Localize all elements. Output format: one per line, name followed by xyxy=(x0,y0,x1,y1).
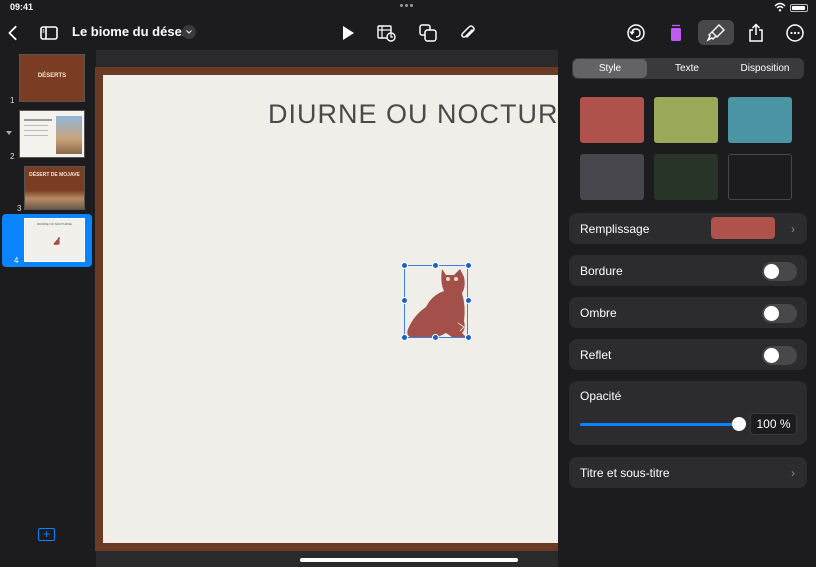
fill-label: Remplissage xyxy=(580,222,650,236)
style-swatch-red[interactable] xyxy=(580,97,644,143)
resize-handle[interactable] xyxy=(401,262,408,269)
format-brush-icon[interactable] xyxy=(706,16,726,50)
attachment-icon[interactable] xyxy=(458,16,478,50)
resize-handle[interactable] xyxy=(465,297,472,304)
border-row: Bordure xyxy=(569,255,807,286)
shadow-toggle[interactable] xyxy=(762,304,797,323)
add-slide-button[interactable]: + xyxy=(38,528,55,541)
title-menu-chevron-icon[interactable] xyxy=(182,25,196,39)
resize-handle[interactable] xyxy=(401,334,408,341)
title-subtitle-label: Titre et sous-titre xyxy=(580,466,670,480)
document-title[interactable]: Le biome du désert xyxy=(72,24,191,39)
resize-handle[interactable] xyxy=(465,262,472,269)
animate-icon[interactable] xyxy=(666,16,686,50)
tab-arrange[interactable]: Disposition xyxy=(727,59,803,78)
toolbar: Le biome du désert xyxy=(0,16,816,50)
opacity-value-field[interactable]: 100 % xyxy=(750,413,797,435)
tab-style[interactable]: Style xyxy=(573,59,647,78)
style-swatch-gray[interactable] xyxy=(580,154,644,200)
slide-thumbnail-1[interactable]: DÉSERTS xyxy=(19,54,85,102)
opacity-label: Opacité xyxy=(580,389,622,403)
chevron-right-icon: › xyxy=(791,222,795,236)
slide-thumbnail-4[interactable]: DIURNE OU NOCTURNE xyxy=(24,218,85,262)
slide-number: 2 xyxy=(10,152,15,161)
undo-icon[interactable] xyxy=(626,16,646,50)
resize-handle[interactable] xyxy=(465,334,472,341)
selection-box xyxy=(404,265,468,338)
slide-number: 4 xyxy=(14,256,19,265)
battery-icon xyxy=(790,4,808,12)
inspector-tabs: Style Texte Disposition xyxy=(572,58,804,79)
shadow-row: Ombre xyxy=(569,297,807,328)
resize-handle[interactable] xyxy=(432,334,439,341)
style-swatch-teal[interactable] xyxy=(728,97,792,143)
shadow-label: Ombre xyxy=(580,306,617,320)
style-swatch-outline[interactable] xyxy=(728,154,792,200)
sidebar-icon[interactable] xyxy=(38,16,60,50)
slide-title[interactable]: DIURNE OU NOCTURNE xyxy=(268,99,598,130)
multitasking-dots-icon[interactable] xyxy=(400,4,413,7)
wifi-icon xyxy=(774,2,786,12)
slide-thumbnail-2[interactable] xyxy=(19,110,85,158)
shapes-icon[interactable] xyxy=(418,16,438,50)
resize-handle[interactable] xyxy=(401,297,408,304)
status-time: 09:41 xyxy=(10,2,34,12)
opacity-slider-knob[interactable] xyxy=(732,417,746,431)
back-chevron-icon[interactable] xyxy=(4,16,22,50)
resize-handle[interactable] xyxy=(432,262,439,269)
fill-row[interactable]: Remplissage › xyxy=(569,213,807,244)
status-bar: 09:41 xyxy=(0,0,816,14)
more-icon[interactable] xyxy=(785,16,805,50)
tab-text[interactable]: Texte xyxy=(650,59,724,78)
reflection-row: Reflet xyxy=(569,339,807,370)
style-swatch-green[interactable] xyxy=(654,97,718,143)
slide-thumbnail-3[interactable]: DÉSERT DE MOJAVE xyxy=(24,166,85,210)
current-slide[interactable] xyxy=(103,75,563,543)
style-swatch-dark-green[interactable] xyxy=(654,154,718,200)
chevron-right-icon: › xyxy=(791,466,795,480)
thumbnail-title: DIURNE OU NOCTURNE xyxy=(37,222,72,226)
title-subtitle-row[interactable]: Titre et sous-titre › xyxy=(569,457,807,488)
reflection-label: Reflet xyxy=(580,348,612,362)
share-icon[interactable] xyxy=(746,16,766,50)
table-chart-icon[interactable] xyxy=(375,16,397,50)
fill-color-swatch[interactable] xyxy=(711,217,775,239)
thumbnail-title: DÉSERT DE MOJAVE xyxy=(29,172,80,178)
group-disclosure-icon[interactable] xyxy=(5,130,13,136)
slide-number: 1 xyxy=(10,96,15,105)
border-label: Bordure xyxy=(580,264,623,278)
thumbnail-title: DÉSERTS xyxy=(37,73,67,79)
border-toggle[interactable] xyxy=(762,262,797,281)
reflection-toggle[interactable] xyxy=(762,346,797,365)
opacity-card: Opacité 100 % xyxy=(569,381,807,445)
slide-number: 3 xyxy=(17,204,22,213)
home-indicator[interactable] xyxy=(300,558,518,562)
keynote-app: 09:41 Le biome du désert DÉSERTS 1 2 DÉS… xyxy=(0,0,816,567)
play-icon[interactable] xyxy=(338,16,358,50)
opacity-slider-track[interactable] xyxy=(580,423,738,426)
